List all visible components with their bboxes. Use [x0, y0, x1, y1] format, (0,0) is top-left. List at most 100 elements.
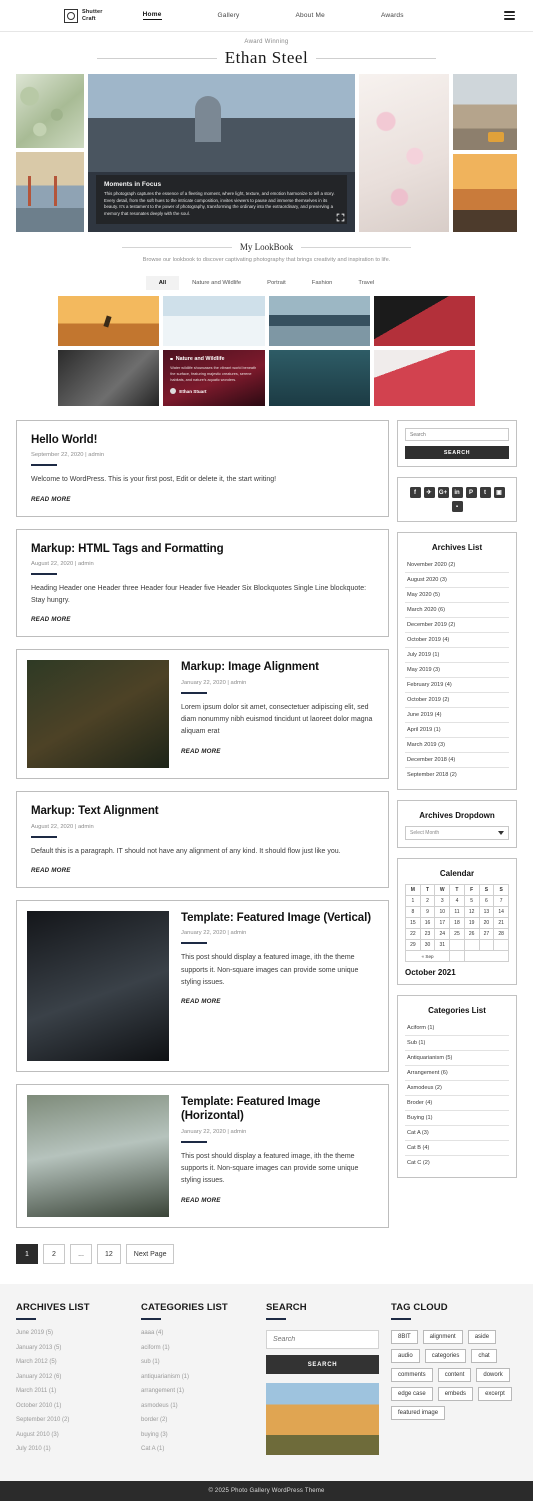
- page-ellipsis[interactable]: ...: [70, 1244, 92, 1265]
- list-item[interactable]: May 2020 (5): [405, 588, 509, 604]
- calendar-cell[interactable]: 12: [463, 906, 480, 919]
- lookbook-image-red-hair[interactable]: [373, 349, 475, 406]
- calendar-cell[interactable]: 18: [449, 917, 465, 930]
- tag-item[interactable]: chat: [471, 1349, 497, 1364]
- list-item[interactable]: Broder (4): [405, 1096, 509, 1112]
- list-item[interactable]: border (2): [141, 1417, 254, 1423]
- list-item[interactable]: October 2010 (1): [16, 1403, 129, 1409]
- calendar-prev-month[interactable]: « Sep: [404, 950, 451, 963]
- flickr-icon[interactable]: ▪: [451, 501, 463, 513]
- list-item[interactable]: April 2019 (1): [405, 723, 509, 739]
- hero-image-pine[interactable]: [16, 74, 84, 148]
- list-item[interactable]: Asmodeus (2): [405, 1081, 509, 1097]
- filter-travel[interactable]: Travel: [345, 276, 387, 290]
- list-item[interactable]: Antiquarianism (5): [405, 1051, 509, 1067]
- list-item[interactable]: arrangement (1): [141, 1388, 254, 1394]
- list-item[interactable]: September 2018 (2): [405, 768, 509, 782]
- linkedin-icon[interactable]: in: [451, 487, 463, 499]
- calendar-cell[interactable]: 22: [405, 928, 421, 941]
- calendar-cell[interactable]: 10: [434, 906, 451, 919]
- list-item[interactable]: aaaa (4): [141, 1330, 254, 1336]
- read-more-link[interactable]: READ MORE: [181, 1197, 221, 1204]
- hero-image-street[interactable]: [453, 74, 517, 150]
- nav-item-awards[interactable]: Awards: [381, 12, 404, 19]
- calendar-cell[interactable]: 19: [463, 917, 480, 930]
- next-page-button[interactable]: Next Page: [125, 1244, 175, 1265]
- list-item[interactable]: Buying (1): [405, 1111, 509, 1127]
- footer-search-button[interactable]: SEARCH: [266, 1355, 379, 1375]
- read-more-link[interactable]: READ MORE: [31, 616, 71, 623]
- filter-portrait[interactable]: Portrait: [254, 276, 299, 290]
- calendar-cell[interactable]: 28: [493, 928, 509, 941]
- calendar-cell[interactable]: 9: [419, 906, 436, 919]
- list-item[interactable]: Sub (1): [405, 1036, 509, 1052]
- calendar-cell[interactable]: 15: [405, 917, 421, 930]
- footer-image-barn[interactable]: [266, 1383, 379, 1456]
- instagram-icon[interactable]: ▣: [493, 487, 505, 499]
- twitter-icon[interactable]: ✈: [423, 487, 435, 499]
- lookbook-image-jump[interactable]: [58, 295, 160, 346]
- calendar-cell[interactable]: 14: [493, 906, 509, 919]
- list-item[interactable]: Cat A (3): [405, 1126, 509, 1142]
- list-item[interactable]: buying (3): [141, 1432, 254, 1438]
- lookbook-image-red-portrait[interactable]: [373, 295, 475, 346]
- lookbook-card-nature[interactable]: Nature and Wildlife Water wildlife showc…: [163, 349, 265, 406]
- list-item[interactable]: June 2019 (5): [16, 1330, 129, 1336]
- calendar-cell[interactable]: 17: [434, 917, 451, 930]
- search-button[interactable]: SEARCH: [405, 446, 509, 460]
- facebook-icon[interactable]: f: [409, 487, 421, 499]
- calendar-cell[interactable]: 13: [478, 906, 495, 919]
- site-logo[interactable]: Shutter Craft: [64, 8, 103, 23]
- list-item[interactable]: March 2020 (6): [405, 603, 509, 619]
- post-card-featured-vertical[interactable]: Template: Featured Image (Vertical) Janu…: [16, 900, 389, 1073]
- calendar-cell[interactable]: 29: [405, 939, 421, 952]
- google-plus-icon[interactable]: G+: [437, 487, 449, 499]
- calendar-cell[interactable]: 25: [449, 928, 465, 941]
- calendar-cell[interactable]: 4: [449, 895, 465, 908]
- list-item[interactable]: July 2019 (1): [405, 648, 509, 664]
- tag-item[interactable]: excerpt: [478, 1387, 512, 1402]
- hero-image-cathedral[interactable]: Moments in Focus This photograph capture…: [88, 74, 355, 232]
- filter-all[interactable]: All: [145, 275, 180, 290]
- filter-nature-and-wildlife[interactable]: Nature and Wildlife: [179, 276, 254, 290]
- tag-item[interactable]: embeds: [437, 1387, 474, 1402]
- calendar-cell[interactable]: 27: [478, 928, 495, 941]
- calendar-cell[interactable]: 30: [419, 939, 436, 952]
- calendar-cell[interactable]: 16: [419, 917, 436, 930]
- list-item[interactable]: July 2010 (1): [16, 1446, 129, 1452]
- calendar-cell[interactable]: 24: [434, 928, 451, 941]
- nav-item-home[interactable]: Home: [142, 11, 162, 20]
- post-card-image-alignment[interactable]: Markup: Image Alignment January 22, 2020…: [16, 649, 389, 780]
- hero-image-bridge[interactable]: [16, 152, 84, 232]
- tag-item[interactable]: alignment: [422, 1330, 463, 1345]
- list-item[interactable]: Cat B (4): [405, 1141, 509, 1157]
- nav-item-about-me[interactable]: About Me: [296, 12, 325, 19]
- calendar-cell[interactable]: 5: [463, 895, 480, 908]
- tag-item[interactable]: edge case: [391, 1387, 433, 1402]
- post-thumbnail[interactable]: [27, 911, 169, 1062]
- tag-item[interactable]: 8BIT: [391, 1330, 418, 1345]
- list-item[interactable]: January 2012 (6): [16, 1374, 129, 1380]
- calendar-cell[interactable]: 11: [449, 906, 465, 919]
- calendar-cell[interactable]: 26: [463, 928, 480, 941]
- list-item[interactable]: August 2010 (3): [16, 1432, 129, 1438]
- list-item[interactable]: March 2011 (1): [16, 1388, 129, 1394]
- calendar-cell[interactable]: 20: [478, 917, 495, 930]
- list-item[interactable]: May 2019 (3): [405, 663, 509, 679]
- calendar-cell[interactable]: 1: [405, 895, 421, 908]
- tumblr-icon[interactable]: t: [479, 487, 491, 499]
- lookbook-image-dog[interactable]: [58, 349, 160, 406]
- post-thumbnail[interactable]: [27, 660, 169, 769]
- archives-select[interactable]: Select Month: [405, 826, 509, 841]
- filter-fashion[interactable]: Fashion: [299, 276, 346, 290]
- calendar-cell[interactable]: 21: [493, 917, 509, 930]
- pinterest-icon[interactable]: P: [465, 487, 477, 499]
- calendar-cell[interactable]: 3: [434, 895, 451, 908]
- search-input[interactable]: [405, 428, 509, 442]
- list-item[interactable]: antiquarianism (1): [141, 1374, 254, 1380]
- page-12-button[interactable]: 12: [97, 1244, 121, 1265]
- read-more-link[interactable]: READ MORE: [31, 496, 71, 503]
- list-item[interactable]: October 2019 (2): [405, 693, 509, 709]
- list-item[interactable]: Aciform (1): [405, 1021, 509, 1037]
- calendar-cell[interactable]: 23: [419, 928, 436, 941]
